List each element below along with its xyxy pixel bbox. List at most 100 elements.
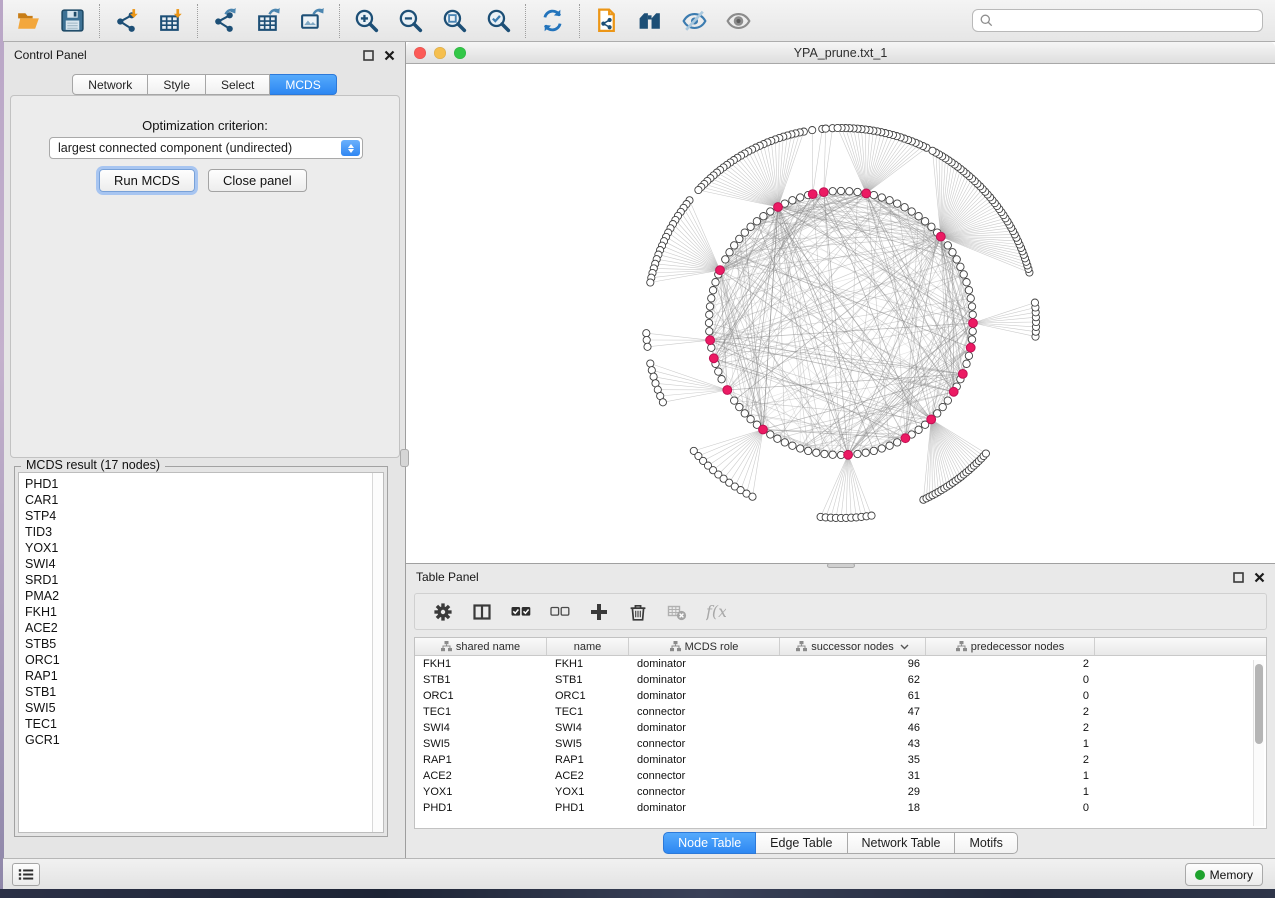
mcds-result-item[interactable]: STP4 [25,508,383,524]
tab-style[interactable]: Style [148,74,206,95]
zoom-out-icon[interactable] [395,5,426,36]
mcds-result-item[interactable]: STB5 [25,636,383,652]
mcds-result-item[interactable]: SWI5 [25,700,383,716]
network-window-titlebar[interactable]: YPA_prune.txt_1 [406,42,1275,64]
node-table[interactable]: shared namenameMCDS rolesuccessor nodesp… [414,637,1267,829]
mcds-result-item[interactable]: GCR1 [25,732,383,748]
table-row[interactable]: FKH1FKH1dominator962 [415,656,1266,672]
tab-node-table[interactable]: Node Table [663,832,756,854]
zoom-fit-icon[interactable] [439,5,470,36]
mcds-result-list[interactable]: PHD1CAR1STP4TID3YOX1SWI4SRD1PMA2FKH1ACE2… [18,472,384,833]
delete-row-icon[interactable] [627,601,649,623]
cell-successor-nodes: 43 [780,738,926,750]
cell-predecessor-nodes: 0 [926,690,1095,702]
task-history-button[interactable] [12,863,40,886]
run-mcds-button[interactable]: Run MCDS [99,169,195,192]
close-table-panel-icon[interactable] [1254,572,1265,583]
cell-successor-nodes: 18 [780,802,926,814]
mcds-result-item[interactable]: TEC1 [25,716,383,732]
mcds-result-item[interactable]: SWI4 [25,556,383,572]
panel-splitter-handle[interactable] [400,449,409,467]
cell-name: TEC1 [547,706,629,718]
table-row[interactable]: SWI4SWI4dominator462 [415,720,1266,736]
hide-graphics-details-icon[interactable] [679,5,710,36]
tab-select[interactable]: Select [206,74,270,95]
mcds-list-scrollbar[interactable] [372,473,383,832]
table-row[interactable]: RAP1RAP1dominator352 [415,752,1266,768]
maximize-window-button[interactable] [454,47,466,59]
deselect-all-icon[interactable] [549,601,571,623]
select-all-icon[interactable] [510,601,532,623]
search-input[interactable] [998,14,1255,28]
tab-edge-table[interactable]: Edge Table [756,832,847,854]
column-layout-icon[interactable] [471,601,493,623]
close-panel-icon[interactable] [384,50,395,61]
export-network-icon[interactable] [209,5,240,36]
shared-column-icon [796,641,807,652]
search-box[interactable] [972,9,1263,32]
tab-mcds[interactable]: MCDS [270,74,336,95]
table-scrollbar[interactable] [1253,660,1264,826]
shared-column-icon [956,641,967,652]
mcds-result-item[interactable]: PMA2 [25,588,383,604]
column-header-predecessor-nodes[interactable]: predecessor nodes [926,638,1095,655]
column-header-successor-nodes[interactable]: successor nodes [780,638,926,655]
zoom-selected-icon[interactable] [483,5,514,36]
table-scrollbar-thumb[interactable] [1255,664,1263,744]
close-window-button[interactable] [414,47,426,59]
mcds-result-item[interactable]: CAR1 [25,492,383,508]
mcds-result-item[interactable]: STB1 [25,684,383,700]
network-graph[interactable] [406,64,1275,563]
mcds-result-item[interactable]: RAP1 [25,668,383,684]
import-table-icon[interactable] [155,5,186,36]
column-header-name[interactable]: name [547,638,629,655]
mcds-result-item[interactable]: YOX1 [25,540,383,556]
table-row[interactable]: TEC1TEC1connector472 [415,704,1266,720]
export-table-icon[interactable] [253,5,284,36]
table-row[interactable]: PHD1PHD1dominator180 [415,800,1266,816]
cell-name: SWI5 [547,738,629,750]
table-row[interactable]: STB1STB1dominator620 [415,672,1266,688]
table-row[interactable]: SWI5SWI5connector431 [415,736,1266,752]
memory-button[interactable]: Memory [1185,863,1263,886]
float-table-panel-icon[interactable] [1233,572,1244,583]
close-panel-button[interactable]: Close panel [208,169,307,192]
save-session-icon[interactable] [57,5,88,36]
float-panel-icon[interactable] [363,50,374,61]
delete-table-icon[interactable] [666,601,688,623]
column-header-MCDS-role[interactable]: MCDS role [629,638,780,655]
open-session-icon[interactable] [13,5,44,36]
export-image-icon[interactable] [297,5,328,36]
tab-network[interactable]: Network [72,74,148,95]
mcds-result-item[interactable]: TID3 [25,524,383,540]
table-panel-splitter-handle[interactable] [827,563,855,568]
refresh-layout-icon[interactable] [537,5,568,36]
desktop-wallpaper-bottom [0,889,1275,898]
find-network-icon[interactable] [635,5,666,36]
attributes-gear-icon[interactable] [432,601,454,623]
mcds-result-item[interactable]: SRD1 [25,572,383,588]
add-row-icon[interactable] [588,601,610,623]
show-graphics-details-icon[interactable] [723,5,754,36]
mcds-result-item[interactable]: ACE2 [25,620,383,636]
table-row[interactable]: ACE2ACE2connector311 [415,768,1266,784]
cell-successor-nodes: 61 [780,690,926,702]
mcds-result-item[interactable]: FKH1 [25,604,383,620]
table-row[interactable]: ORC1ORC1dominator610 [415,688,1266,704]
import-network-icon[interactable] [111,5,142,36]
tab-motifs[interactable]: Motifs [955,832,1017,854]
column-header-shared-name[interactable]: shared name [415,638,547,655]
zoom-in-icon[interactable] [351,5,382,36]
minimize-window-button[interactable] [434,47,446,59]
mcds-result-item[interactable]: PHD1 [25,476,383,492]
tab-network-table[interactable]: Network Table [848,832,956,854]
network-canvas[interactable] [406,64,1275,563]
network-from-selection-icon[interactable] [591,5,622,36]
table-row[interactable]: YOX1YOX1connector291 [415,784,1266,800]
mcds-result-item[interactable]: ORC1 [25,652,383,668]
cell-MCDS-role: dominator [629,658,780,670]
function-builder-icon[interactable]: f(x) [705,601,727,623]
cell-successor-nodes: 62 [780,674,926,686]
cell-MCDS-role: dominator [629,690,780,702]
criterion-dropdown[interactable]: largest connected component (undirected) [49,137,363,159]
